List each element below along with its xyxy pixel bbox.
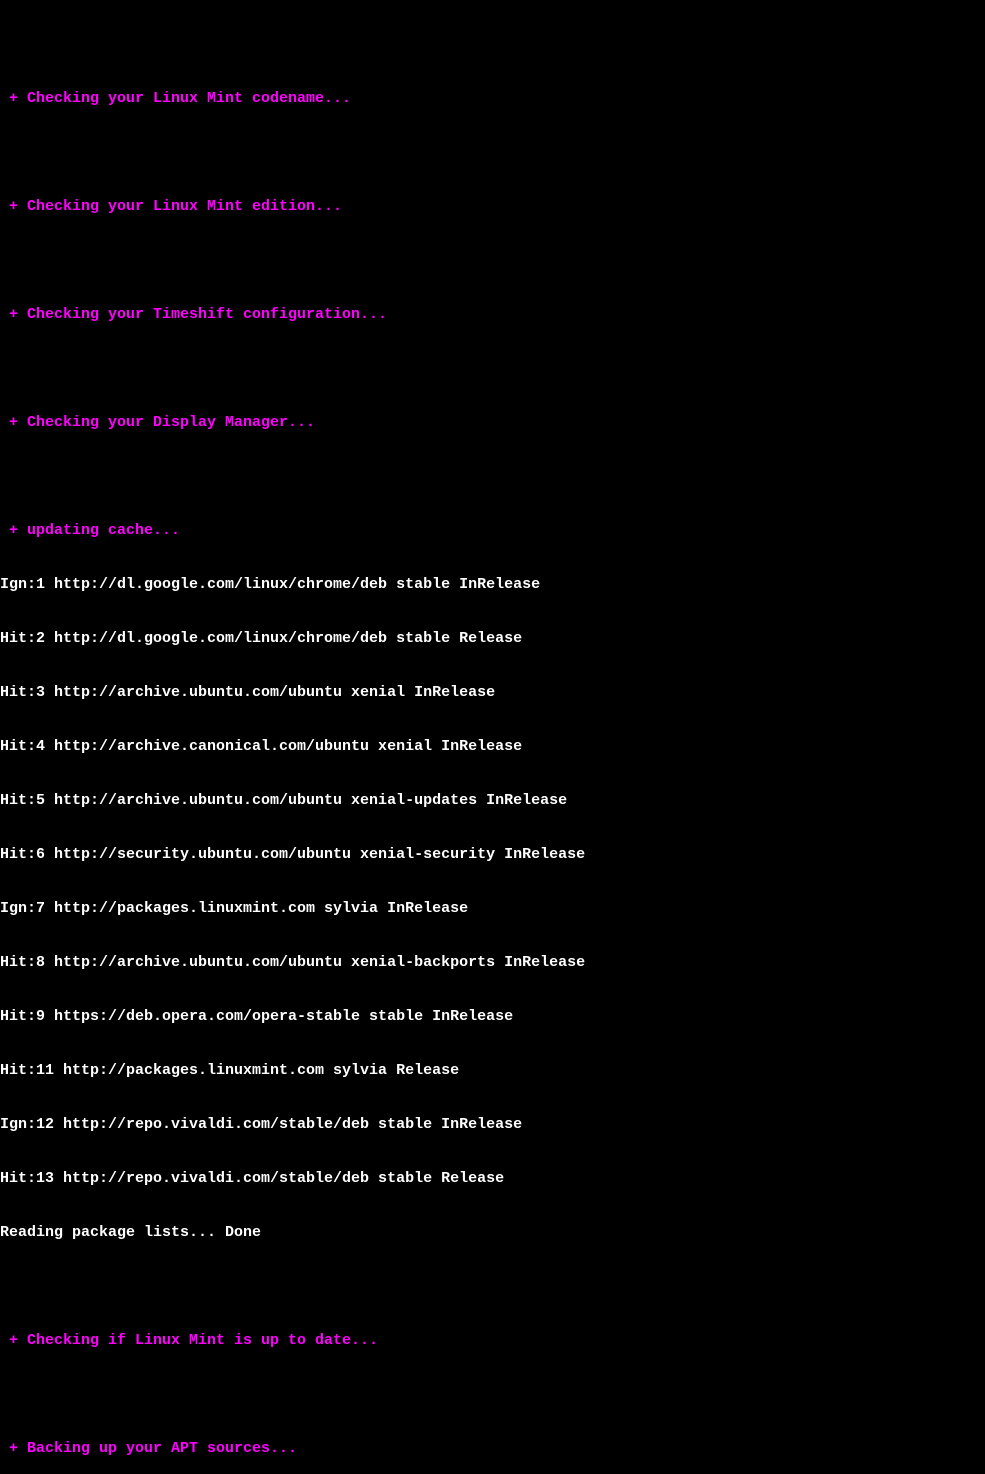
- apt-line: Hit:8 http://archive.ubuntu.com/ubuntu x…: [0, 954, 985, 972]
- check-line: + Checking your Display Manager...: [0, 414, 985, 432]
- apt-line: Ign:12 http://repo.vivaldi.com/stable/de…: [0, 1116, 985, 1134]
- terminal-output[interactable]: + Checking your Linux Mint codename... +…: [0, 0, 985, 1474]
- check-line: + Checking your Timeshift configuration.…: [0, 306, 985, 324]
- apt-line: Hit:2 http://dl.google.com/linux/chrome/…: [0, 630, 985, 648]
- check-line: + Checking if Linux Mint is up to date..…: [0, 1332, 985, 1350]
- check-line: + Checking your Linux Mint codename...: [0, 90, 985, 108]
- apt-line: Hit:4 http://archive.canonical.com/ubunt…: [0, 738, 985, 756]
- apt-line: Hit:6 http://security.ubuntu.com/ubuntu …: [0, 846, 985, 864]
- check-line: + updating cache...: [0, 522, 985, 540]
- check-line: + Checking your Linux Mint edition...: [0, 198, 985, 216]
- apt-line: Hit:3 http://archive.ubuntu.com/ubuntu x…: [0, 684, 985, 702]
- apt-line: Hit:5 http://archive.ubuntu.com/ubuntu x…: [0, 792, 985, 810]
- check-line: + Backing up your APT sources...: [0, 1440, 985, 1458]
- apt-line: Ign:7 http://packages.linuxmint.com sylv…: [0, 900, 985, 918]
- apt-line: Hit:9 https://deb.opera.com/opera-stable…: [0, 1008, 985, 1026]
- apt-line: Hit:13 http://repo.vivaldi.com/stable/de…: [0, 1170, 985, 1188]
- apt-line: Ign:1 http://dl.google.com/linux/chrome/…: [0, 576, 985, 594]
- apt-line: Reading package lists... Done: [0, 1224, 985, 1242]
- apt-line: Hit:11 http://packages.linuxmint.com syl…: [0, 1062, 985, 1080]
